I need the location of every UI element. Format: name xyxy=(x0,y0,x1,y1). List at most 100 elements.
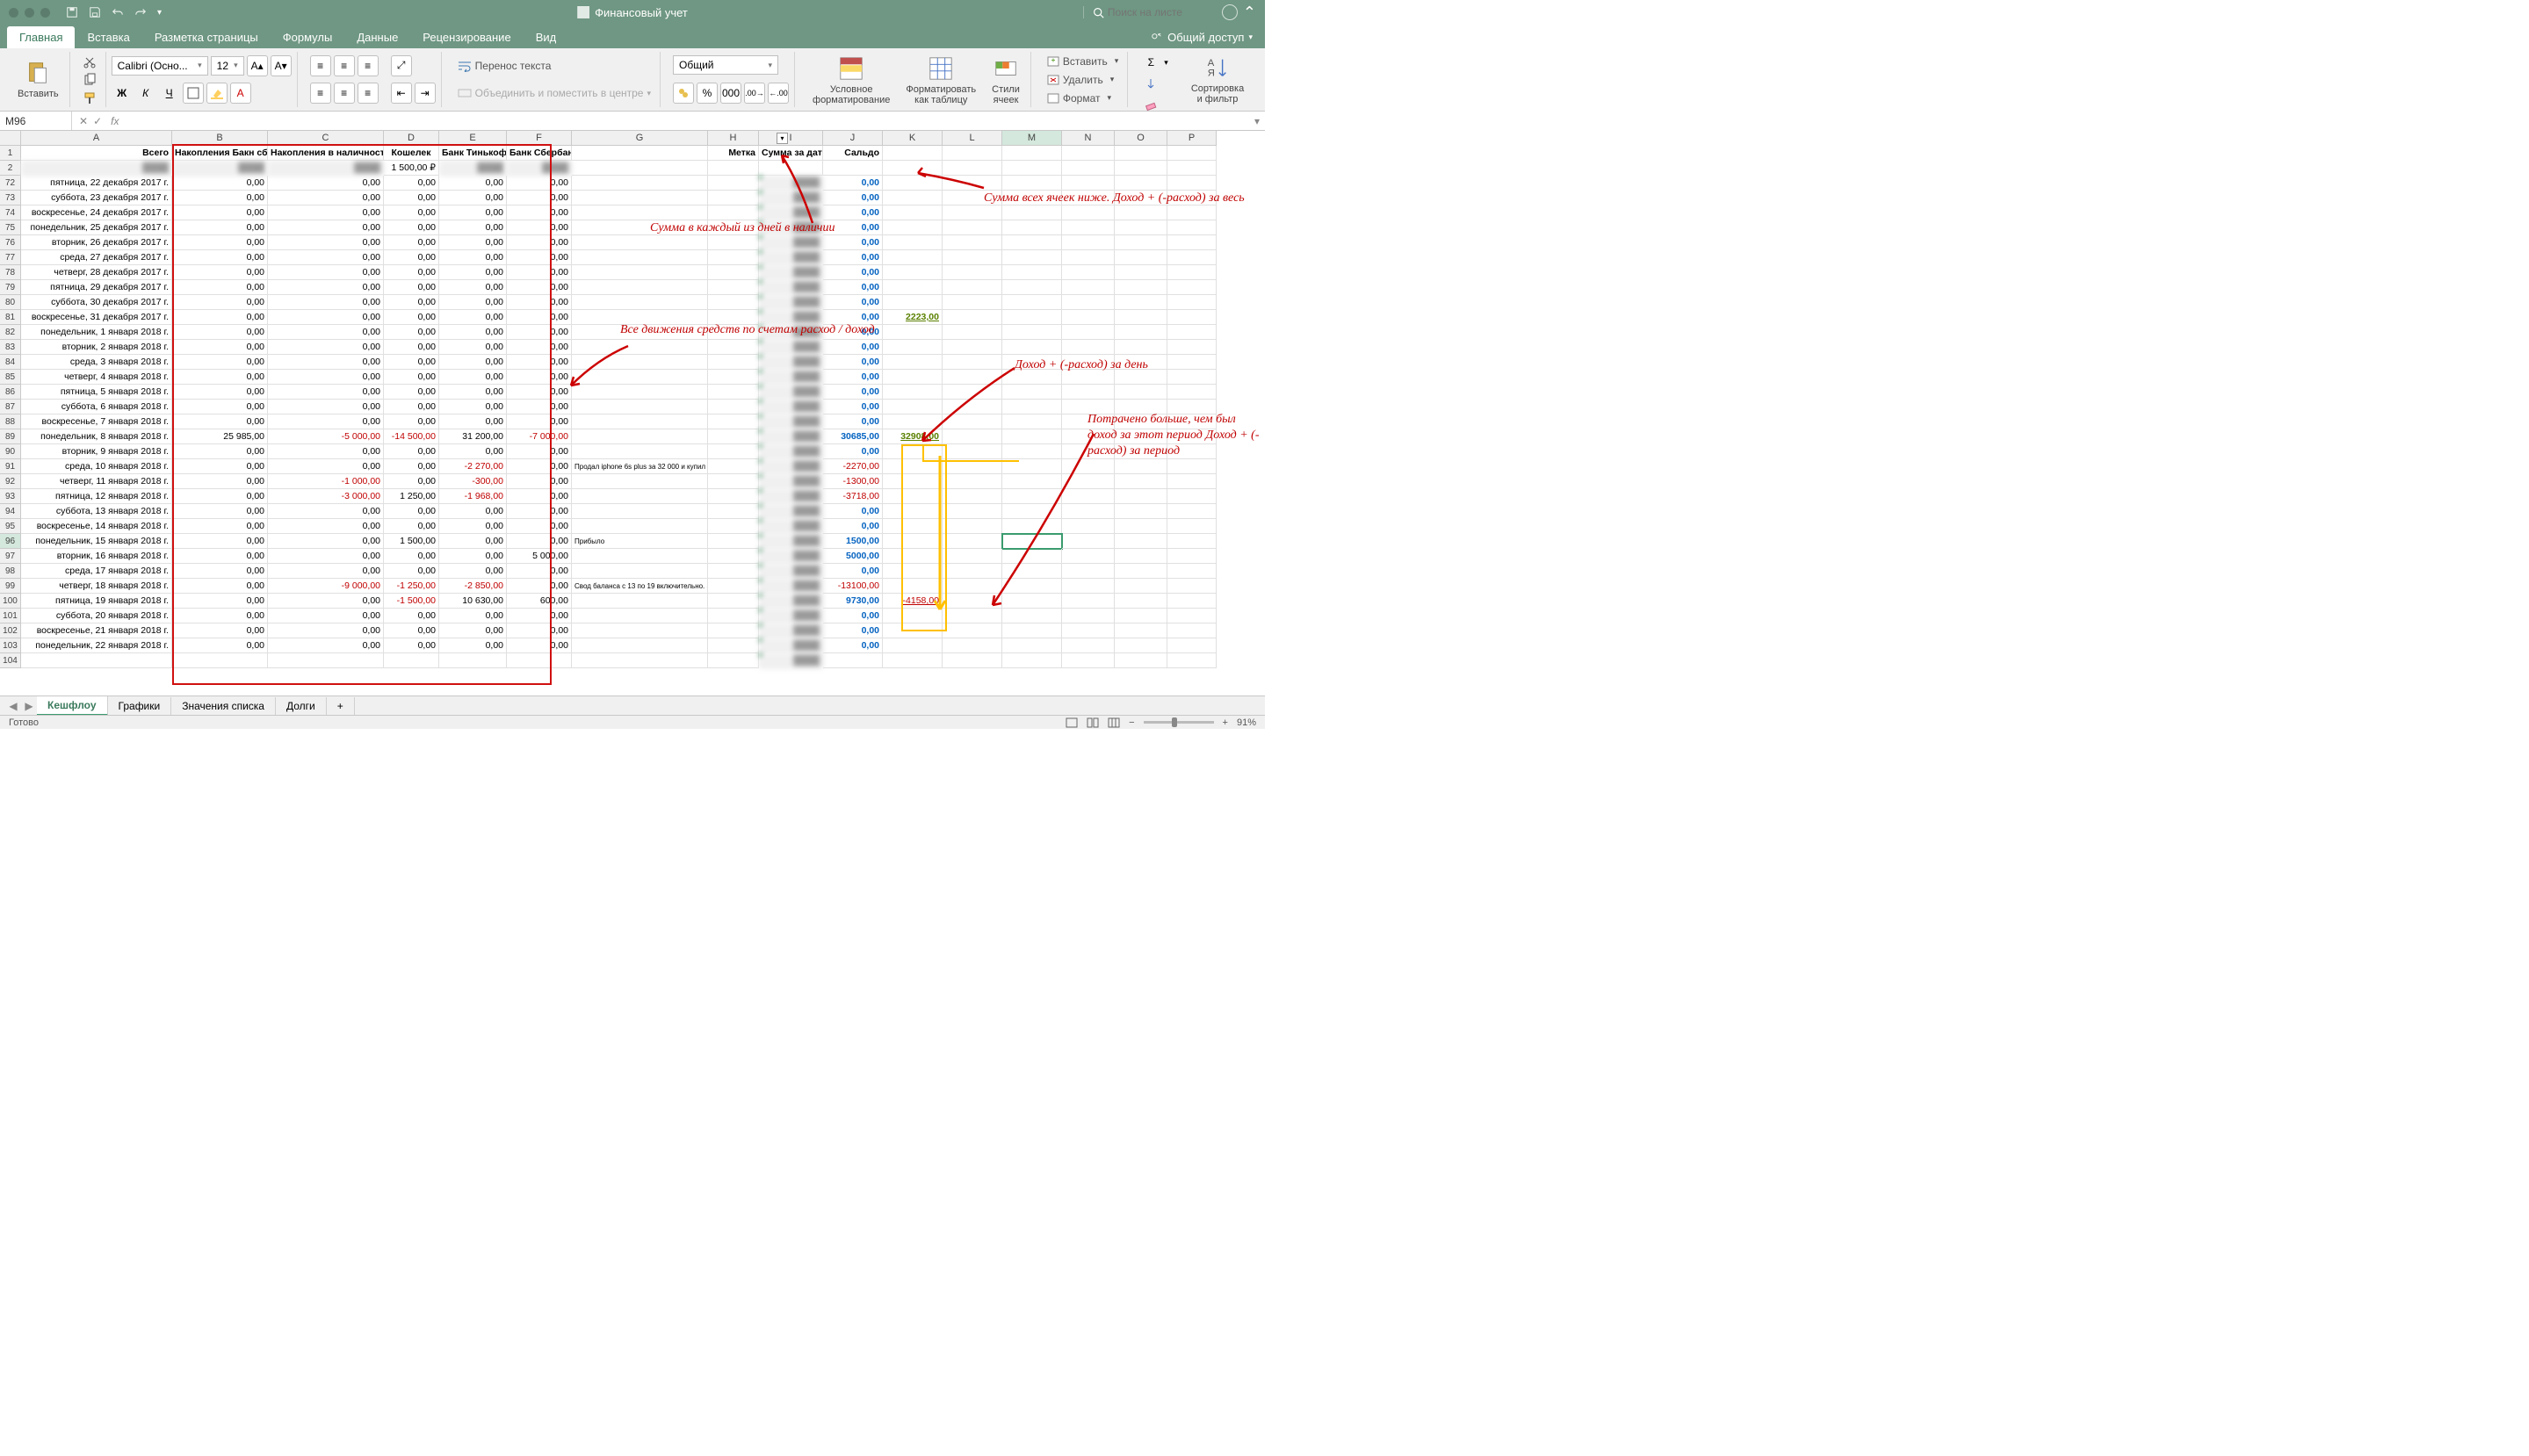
cell-styles-button[interactable]: Стили ячеек xyxy=(986,52,1025,108)
row-header[interactable]: 96 xyxy=(0,534,20,549)
cell[interactable] xyxy=(1002,579,1062,594)
cell[interactable] xyxy=(1002,564,1062,579)
cell[interactable]: -300,00 xyxy=(439,474,507,489)
cell[interactable]: ████ xyxy=(759,205,823,220)
search-input[interactable] xyxy=(1108,6,1213,18)
cell[interactable] xyxy=(1167,414,1217,429)
cell[interactable]: среда, 10 января 2018 г. xyxy=(21,459,172,474)
cell[interactable]: 0,00 xyxy=(507,609,572,623)
row-header[interactable]: 81 xyxy=(0,310,20,325)
cell[interactable] xyxy=(1002,519,1062,534)
cell[interactable]: 0,00 xyxy=(823,176,883,191)
cell[interactable]: понедельник, 25 декабря 2017 г. xyxy=(21,220,172,235)
cell[interactable] xyxy=(883,414,943,429)
cell[interactable] xyxy=(1167,489,1217,504)
cell[interactable] xyxy=(1115,504,1167,519)
cell[interactable] xyxy=(572,280,708,295)
cell[interactable]: 0,00 xyxy=(268,370,384,385)
cell[interactable] xyxy=(1002,623,1062,638)
cell[interactable] xyxy=(1062,385,1115,400)
cell[interactable]: 0,00 xyxy=(439,250,507,265)
cell[interactable] xyxy=(943,504,1002,519)
cell[interactable]: ████ xyxy=(759,385,823,400)
cell[interactable]: 0,00 xyxy=(384,638,439,653)
cell[interactable]: 0,00 xyxy=(439,355,507,370)
sheet-tab-2[interactable]: Значения списка xyxy=(171,697,276,715)
cell[interactable]: ████ xyxy=(439,161,507,176)
fill-button[interactable] xyxy=(1140,73,1161,94)
cell[interactable]: 0,00 xyxy=(384,220,439,235)
cell[interactable]: 0,00 xyxy=(268,459,384,474)
cell[interactable]: 0,00 xyxy=(172,638,268,653)
cell[interactable] xyxy=(1002,459,1062,474)
row-header[interactable]: 99 xyxy=(0,579,20,594)
cell[interactable]: 0,00 xyxy=(507,325,572,340)
cell[interactable] xyxy=(1062,489,1115,504)
row-header[interactable]: 76 xyxy=(0,235,20,250)
cell[interactable]: 0,00 xyxy=(384,250,439,265)
row-header[interactable]: 86 xyxy=(0,385,20,400)
cell[interactable] xyxy=(572,340,708,355)
cell[interactable] xyxy=(883,474,943,489)
cell[interactable] xyxy=(883,355,943,370)
cell[interactable] xyxy=(572,474,708,489)
row-header[interactable]: 75 xyxy=(0,220,20,235)
cell[interactable]: 5000,00 xyxy=(823,549,883,564)
cell[interactable]: 0,00 xyxy=(172,594,268,609)
cell[interactable]: 0,00 xyxy=(384,549,439,564)
zoom-level[interactable]: 91% xyxy=(1237,717,1256,728)
cell[interactable] xyxy=(1115,205,1167,220)
cell[interactable] xyxy=(1115,161,1167,176)
col-header-I[interactable]: I xyxy=(759,131,823,145)
cell[interactable] xyxy=(883,609,943,623)
cell[interactable]: понедельник, 22 января 2018 г. xyxy=(21,638,172,653)
clear-button[interactable] xyxy=(1140,94,1161,115)
cell[interactable]: пятница, 29 декабря 2017 г. xyxy=(21,280,172,295)
sheet-tab-active[interactable]: Кешфлоу xyxy=(37,696,108,716)
cell[interactable]: -4158,00 xyxy=(883,594,943,609)
cell[interactable] xyxy=(1002,191,1062,205)
cell[interactable]: 32908,00 xyxy=(883,429,943,444)
cell[interactable] xyxy=(708,295,759,310)
cell[interactable]: 0,00 xyxy=(507,191,572,205)
cell[interactable]: 0,00 xyxy=(268,594,384,609)
row-header[interactable]: 101 xyxy=(0,609,20,623)
column-headers[interactable]: ABCDEFGHIJKLMNOP xyxy=(21,131,1217,146)
cell[interactable]: ████ xyxy=(759,594,823,609)
cell[interactable] xyxy=(572,205,708,220)
cell[interactable]: 0,00 xyxy=(439,534,507,549)
cell[interactable] xyxy=(883,250,943,265)
cell[interactable]: 0,00 xyxy=(384,370,439,385)
cell[interactable] xyxy=(943,474,1002,489)
cell[interactable]: ████ xyxy=(172,161,268,176)
col-header-G[interactable]: G xyxy=(572,131,708,145)
col-header-L[interactable]: L xyxy=(943,131,1002,145)
cut-icon[interactable] xyxy=(83,54,97,68)
row-header[interactable]: 74 xyxy=(0,205,20,220)
cell[interactable] xyxy=(708,340,759,355)
cell[interactable]: 0,00 xyxy=(172,444,268,459)
cell[interactable]: 0,00 xyxy=(439,564,507,579)
cell[interactable]: 1500,00 xyxy=(823,534,883,549)
row-header[interactable]: 95 xyxy=(0,519,20,534)
cell[interactable] xyxy=(883,400,943,414)
cell[interactable] xyxy=(943,220,1002,235)
cell[interactable] xyxy=(943,594,1002,609)
cell[interactable] xyxy=(943,385,1002,400)
cell[interactable]: 0,00 xyxy=(507,519,572,534)
cell[interactable] xyxy=(883,385,943,400)
cell[interactable] xyxy=(572,444,708,459)
cell[interactable] xyxy=(708,280,759,295)
cell[interactable]: 0,00 xyxy=(172,205,268,220)
cell[interactable]: 0,00 xyxy=(172,355,268,370)
cell[interactable] xyxy=(883,340,943,355)
cell[interactable]: 1 500,00 xyxy=(384,534,439,549)
cell[interactable] xyxy=(1115,623,1167,638)
cell[interactable]: 0,00 xyxy=(507,504,572,519)
cell[interactable] xyxy=(1062,414,1115,429)
cell[interactable] xyxy=(943,623,1002,638)
cell[interactable] xyxy=(1167,340,1217,355)
cell[interactable]: суббота, 30 декабря 2017 г. xyxy=(21,295,172,310)
cell[interactable]: 0,00 xyxy=(268,623,384,638)
cell[interactable]: пятница, 12 января 2018 г. xyxy=(21,489,172,504)
